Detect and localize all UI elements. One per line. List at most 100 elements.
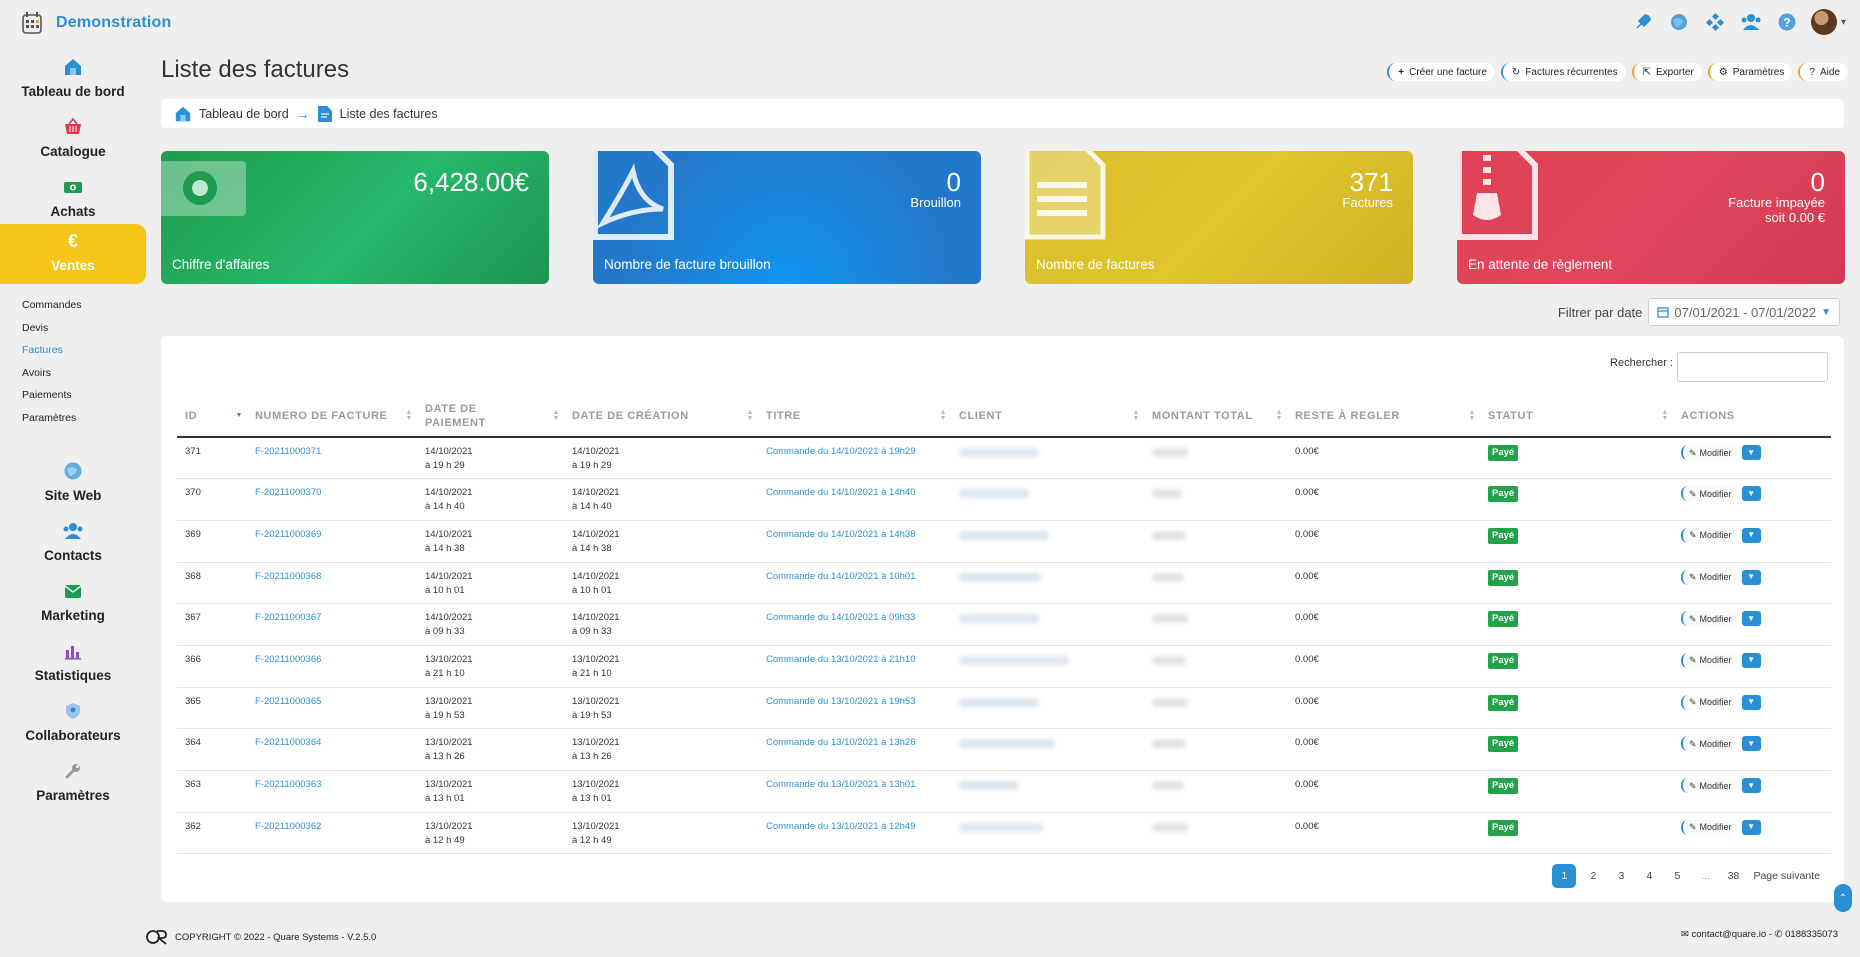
invoice-number-link[interactable]: F-20211000371 bbox=[247, 437, 417, 480]
breadcrumb-home-link[interactable]: Tableau de bord bbox=[199, 107, 289, 121]
cell-payment-date: 13/10/2021 à 12 h 49 bbox=[417, 812, 564, 855]
col-title[interactable]: TITRE ▲ ▼ bbox=[758, 395, 951, 438]
invoice-number-link[interactable]: F-20211000365 bbox=[247, 687, 417, 730]
col-creation-date[interactable]: DATE DE CRÉATION ▲ ▼ bbox=[564, 395, 758, 438]
title-link[interactable]: Commande du 13/10/2021 à 13h26 bbox=[758, 728, 951, 771]
page-4-button[interactable]: 4 bbox=[1635, 864, 1663, 888]
chevron-down-icon: ▼ bbox=[1747, 697, 1756, 707]
col-payment-date[interactable]: DATE DE PAIEMENT ▲ ▼ bbox=[417, 395, 564, 438]
row-menu-dropdown[interactable]: ▼ bbox=[1741, 569, 1761, 585]
modify-button[interactable]: ✎ Modifier bbox=[1681, 778, 1737, 793]
sort-desc-icon: ▼ bbox=[235, 412, 243, 419]
col-status[interactable]: STATUT ▲ ▼ bbox=[1480, 395, 1673, 438]
date-range-picker[interactable]: 07/01/2021 - 07/01/2022 ▼ bbox=[1648, 298, 1840, 326]
modify-button[interactable]: ✎ Modifier bbox=[1681, 694, 1737, 710]
users-icon[interactable] bbox=[1739, 10, 1763, 34]
col-id[interactable]: ID ▼ bbox=[177, 395, 247, 438]
sidebar-item-catalogue[interactable]: Catalogue bbox=[0, 110, 146, 168]
row-menu-dropdown[interactable]: ▼ bbox=[1741, 652, 1761, 668]
page-5-button[interactable]: 5 bbox=[1663, 864, 1691, 888]
invoice-number-link[interactable]: F-20211000366 bbox=[247, 645, 417, 688]
invoice-number-link[interactable]: F-20211000362 bbox=[247, 812, 417, 855]
settings-button[interactable]: ⚙ Paramètres bbox=[1707, 63, 1793, 81]
page-3-button[interactable]: 3 bbox=[1607, 864, 1635, 888]
title-link[interactable]: Commande du 13/10/2021 à 13h01 bbox=[758, 770, 951, 813]
subnav-item-paiements[interactable]: Paiements bbox=[22, 384, 82, 407]
table-row: 367 F-20211000367 14/10/2021 à 09 h 33 14/10… bbox=[177, 603, 1831, 646]
subnav-item-avoirs[interactable]: Avoirs bbox=[22, 362, 82, 385]
invoice-number-link[interactable]: F-20211000367 bbox=[247, 603, 417, 646]
search-input[interactable] bbox=[1677, 352, 1828, 382]
title-link[interactable]: Commande du 14/10/2021 à 09h33 bbox=[758, 603, 951, 646]
subnav-item-factures[interactable]: Factures bbox=[22, 339, 82, 362]
sidebar-item-site-web[interactable]: Site Web bbox=[0, 454, 146, 512]
sidebar-item-marketing[interactable]: Marketing bbox=[0, 574, 146, 632]
modify-button[interactable]: ✎ Modifier bbox=[1681, 819, 1737, 835]
row-menu-dropdown[interactable]: ▼ bbox=[1741, 736, 1761, 752]
col-invoice-number[interactable]: NUMERO DE FACTURE ▲ ▼ bbox=[247, 395, 417, 438]
create-invoice-button[interactable]: + Créer une facture bbox=[1387, 63, 1495, 81]
title-link[interactable]: Commande du 13/10/2021 à 19h53 bbox=[758, 687, 951, 730]
modify-button[interactable]: ✎ Modifier bbox=[1681, 652, 1737, 668]
title-link[interactable]: Commande du 14/10/2021 à 14h38 bbox=[758, 520, 951, 563]
redacted-client bbox=[959, 530, 1049, 540]
modify-button[interactable]: ✎ Modifier bbox=[1681, 611, 1737, 627]
sidebar-item-parametres[interactable]: Paramètres bbox=[0, 754, 146, 812]
invoice-number-link[interactable]: F-20211000370 bbox=[247, 478, 417, 521]
col-total[interactable]: MONTANT TOTAL ▲ ▼ bbox=[1144, 395, 1287, 438]
title-link[interactable]: Commande du 14/10/2021 à 14h40 bbox=[758, 478, 951, 521]
title-link[interactable]: Commande du 13/10/2021 à 21h10 bbox=[758, 645, 951, 688]
export-button[interactable]: ⇱ Exporter bbox=[1631, 63, 1702, 81]
title-link[interactable]: Commande du 13/10/2021 à 12h49 bbox=[758, 812, 951, 855]
modify-button[interactable]: ✎ Modifier bbox=[1681, 486, 1737, 502]
sidebar-item-ventes[interactable]: € Ventes bbox=[0, 224, 146, 284]
title-link[interactable]: Commande du 14/10/2021 à 10h01 bbox=[758, 562, 951, 605]
invoice-number-link[interactable]: F-20211000368 bbox=[247, 562, 417, 605]
title-link[interactable]: Commande du 14/10/2021 à 19h29 bbox=[758, 437, 951, 480]
row-menu-dropdown[interactable]: ▼ bbox=[1741, 527, 1761, 543]
page-last-button[interactable]: 38 bbox=[1719, 864, 1747, 888]
sidebar-item-achats[interactable]: Achats bbox=[0, 170, 146, 228]
subnav-item-parametres[interactable]: Paramètres bbox=[22, 407, 82, 430]
sidebar-item-statistiques[interactable]: Statistiques bbox=[0, 634, 146, 692]
button-label: Créer une facture bbox=[1409, 66, 1487, 78]
sidebar-item-dashboard[interactable]: Tableau de bord bbox=[0, 50, 146, 108]
subnav-item-commandes[interactable]: Commandes bbox=[22, 294, 82, 317]
row-menu-dropdown[interactable]: ▼ bbox=[1741, 694, 1761, 710]
pdf-icon bbox=[593, 151, 674, 240]
cell-status: Payé bbox=[1480, 812, 1673, 855]
modify-label: Modifier bbox=[1699, 447, 1732, 458]
globe-icon[interactable] bbox=[1667, 10, 1691, 34]
modify-button[interactable]: ✎ Modifier bbox=[1681, 527, 1737, 543]
invoice-number-link[interactable]: F-20211000369 bbox=[247, 520, 417, 563]
row-menu-dropdown[interactable]: ▼ bbox=[1741, 445, 1761, 460]
sidebar-item-contacts[interactable]: Contacts bbox=[0, 514, 146, 572]
recurring-invoices-button[interactable]: ↻ Factures récurrentes bbox=[1500, 63, 1626, 81]
page-1-button[interactable]: 1 bbox=[1552, 864, 1577, 888]
subnav-item-devis[interactable]: Devis bbox=[22, 317, 82, 340]
col-remaining[interactable]: RESTE À REGLER ▲ ▼ bbox=[1287, 395, 1480, 438]
chevron-down-icon: ▼ bbox=[1747, 738, 1756, 748]
chevron-down-icon[interactable]: ▾ bbox=[1841, 17, 1846, 28]
row-menu-dropdown[interactable]: ▼ bbox=[1741, 819, 1761, 835]
row-menu-dropdown[interactable]: ▼ bbox=[1741, 486, 1761, 502]
row-menu-dropdown[interactable]: ▼ bbox=[1741, 778, 1761, 793]
next-page-button[interactable]: Page suivante bbox=[1753, 864, 1820, 888]
cell-total bbox=[1144, 812, 1287, 855]
sidebar-item-collaborateurs[interactable]: Collaborateurs bbox=[0, 694, 146, 752]
help-button[interactable]: ? Aide bbox=[1798, 63, 1848, 81]
modify-button[interactable]: ✎ Modifier bbox=[1681, 445, 1737, 460]
scroll-to-top-button[interactable]: ⌃ bbox=[1834, 884, 1852, 912]
col-client[interactable]: CLIENT ▲ ▼ bbox=[951, 395, 1144, 438]
invoice-number-link[interactable]: F-20211000363 bbox=[247, 770, 417, 813]
page-2-button[interactable]: 2 bbox=[1579, 864, 1607, 888]
invoice-number-link[interactable]: F-20211000364 bbox=[247, 728, 417, 771]
rocket-icon[interactable] bbox=[1631, 10, 1655, 34]
avatar[interactable] bbox=[1810, 9, 1837, 35]
help-icon[interactable]: ? bbox=[1775, 10, 1799, 34]
modify-button[interactable]: ✎ Modifier bbox=[1681, 569, 1737, 585]
modify-button[interactable]: ✎ Modifier bbox=[1681, 736, 1737, 752]
tasks-icon[interactable] bbox=[1703, 10, 1727, 34]
brand[interactable]: Demonstration bbox=[20, 10, 172, 36]
row-menu-dropdown[interactable]: ▼ bbox=[1741, 611, 1761, 627]
